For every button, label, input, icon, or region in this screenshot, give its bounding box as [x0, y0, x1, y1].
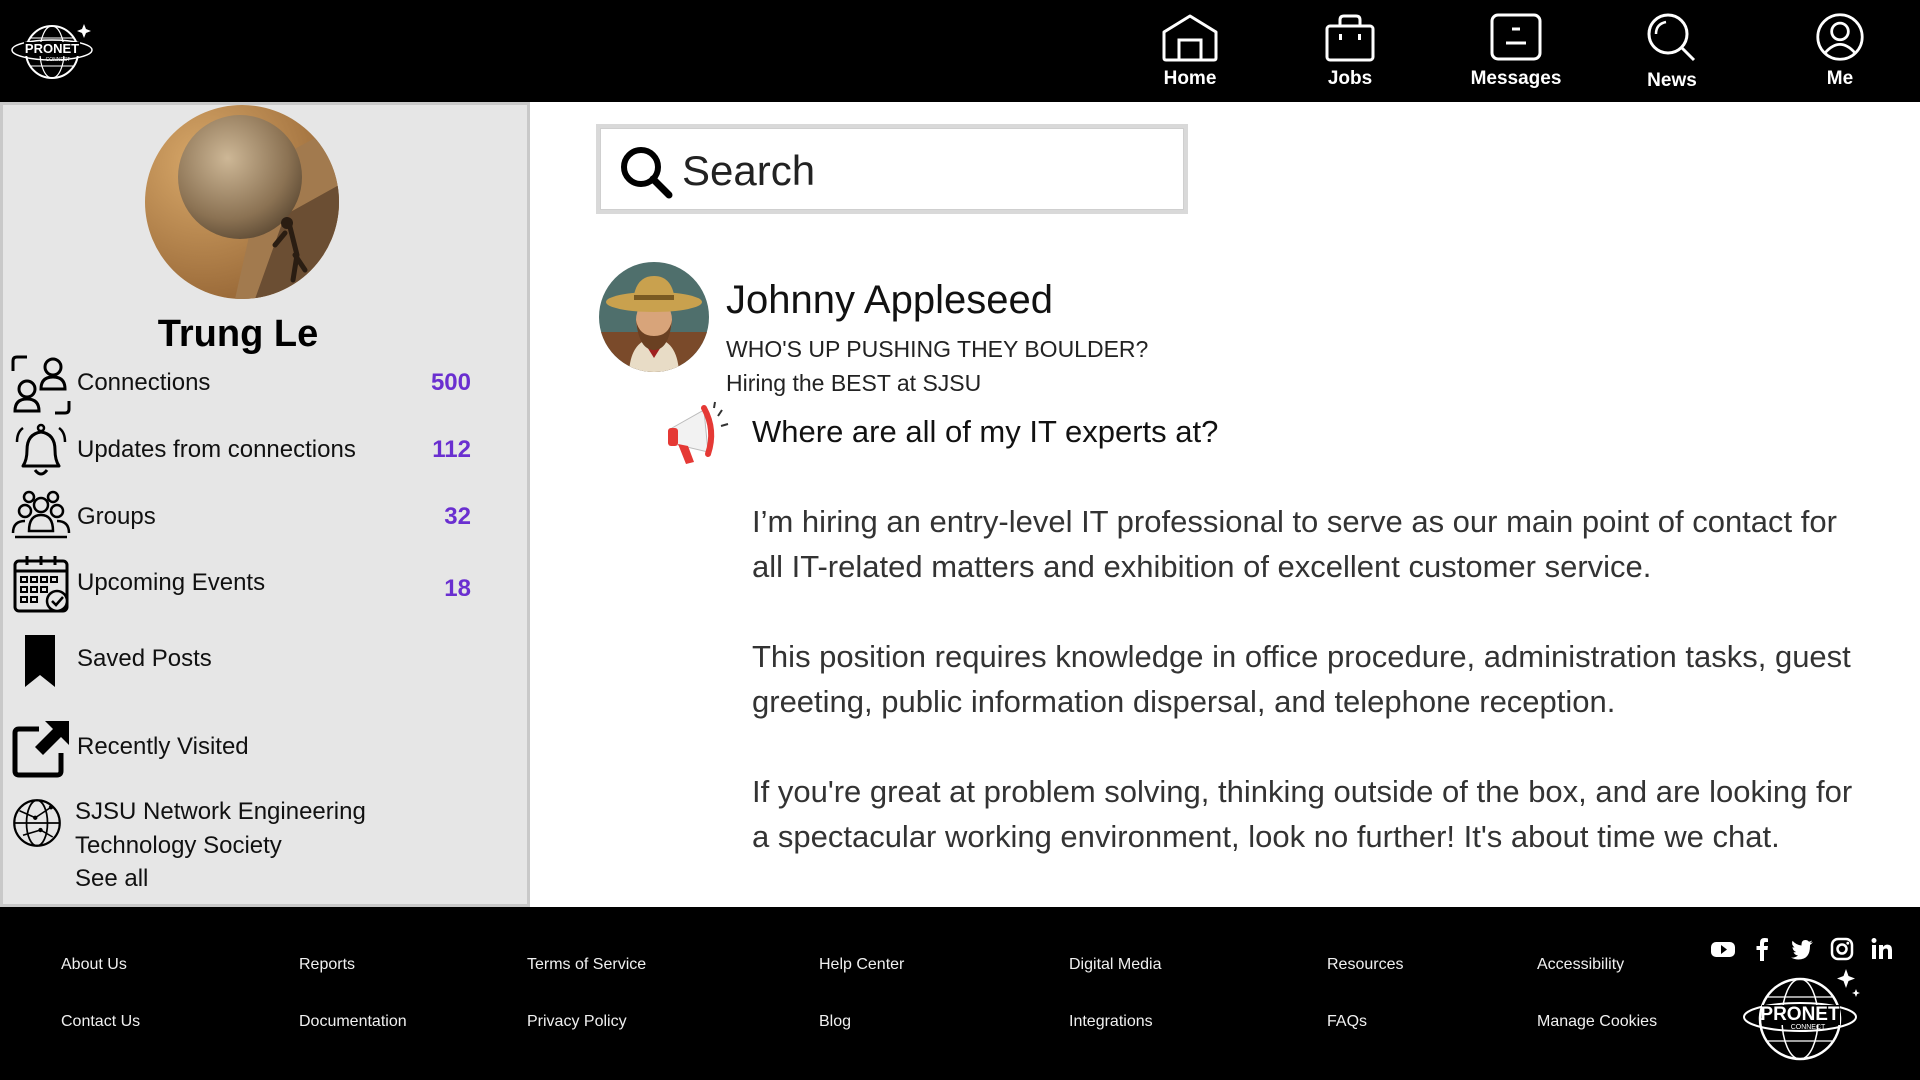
message-icon	[1490, 13, 1542, 61]
nav-me[interactable]: Me	[1780, 12, 1900, 96]
sidebar-item-label: Groups	[77, 503, 156, 530]
sidebar-item-groups[interactable]: Groups 32	[3, 487, 523, 547]
sidebar-item-label: Saved Posts	[77, 645, 212, 672]
sidebar-item-events[interactable]: Upcoming Events 18	[3, 553, 523, 613]
count-badge: 112	[432, 436, 471, 463]
footer-link-digital-media[interactable]: Digital Media	[1069, 956, 1161, 974]
svg-text:PRONET: PRONET	[25, 41, 79, 56]
nav-home-label: Home	[1163, 68, 1217, 89]
search-input[interactable]	[682, 144, 1162, 198]
globe-network-icon	[13, 799, 61, 847]
footer-link-privacy[interactable]: Privacy Policy	[527, 1013, 627, 1031]
post-paragraph-line: I’m hiring an entry-level IT professiona…	[752, 504, 1837, 539]
sidebar-item-recently-visited[interactable]: Recently Visited	[3, 717, 523, 778]
post-paragraph-line: all IT-related matters and exhibition of…	[752, 549, 1652, 584]
avatar[interactable]	[145, 105, 339, 299]
post-paragraph: If you're great at problem solving, thin…	[752, 769, 1882, 859]
post-paragraph-line: This position requires knowledge in offi…	[752, 639, 1851, 674]
footer-link-reports[interactable]: Reports	[299, 956, 355, 974]
user-icon	[1816, 13, 1864, 61]
count-badge: 500	[430, 369, 471, 396]
connections-icon	[11, 355, 71, 415]
sidebar-item-connections[interactable]: Connections 500	[3, 353, 523, 415]
search-icon	[621, 147, 673, 199]
post-author-avatar[interactable]	[599, 262, 709, 372]
sidebar-item-label: Updates from connections	[77, 436, 356, 463]
sidebar-item-saved-posts[interactable]: Saved Posts	[3, 629, 523, 689]
groups-icon	[11, 490, 71, 539]
twitter-icon[interactable]	[1788, 935, 1816, 963]
megaphone-icon	[668, 401, 729, 464]
sidebar-item-group-sjsu[interactable]: SJSU Network Engineering Technology Soci…	[3, 789, 523, 869]
search-bar[interactable]	[596, 124, 1188, 214]
post-author-headline: WHO'S UP PUSHING THEY BOULDER?	[726, 336, 1149, 362]
post-title: Where are all of my IT experts at?	[752, 414, 1219, 449]
count-badge: 18	[444, 575, 471, 602]
svg-text:CONNECT: CONNECT	[46, 57, 71, 63]
footer-link-documentation[interactable]: Documentation	[299, 1013, 407, 1031]
see-all-link[interactable]: See all	[75, 865, 148, 893]
post-paragraph: I’m hiring an entry-level IT professiona…	[752, 499, 1882, 589]
external-link-icon	[12, 721, 69, 778]
footer-link-terms[interactable]: Terms of Service	[527, 956, 646, 974]
sidebar-item-label: Upcoming Events	[77, 569, 266, 596]
svg-text:CONNECT: CONNECT	[1791, 1024, 1826, 1031]
facebook-icon[interactable]	[1748, 935, 1776, 963]
footer-link-blog[interactable]: Blog	[819, 1013, 851, 1031]
briefcase-icon	[1325, 14, 1375, 62]
sidebar-item-label: Connections	[77, 369, 211, 396]
nav-news[interactable]: News	[1612, 12, 1732, 96]
post-paragraph-line: a spectacular working environment, look …	[752, 819, 1780, 854]
nav-me-label: Me	[1826, 68, 1854, 89]
profile-name[interactable]: Trung Le	[3, 313, 473, 356]
footer-link-help-center[interactable]: Help Center	[819, 956, 904, 974]
footer-link-about-us[interactable]: About Us	[61, 956, 127, 974]
top-navigation-bar: PRONET CONNECT Home Jobs Messages News M…	[0, 0, 1920, 102]
site-footer: About Us Reports Terms of Service Help C…	[0, 907, 1920, 1080]
sidebar-item-label: SJSU Network Engineering Technology Soci…	[75, 795, 366, 863]
calendar-icon	[13, 556, 69, 613]
footer-link-faqs[interactable]: FAQs	[1327, 1013, 1367, 1031]
post-paragraph-line: greeting, public information dispersal, …	[752, 684, 1616, 719]
instagram-icon[interactable]	[1828, 935, 1856, 963]
nav-messages-label: Messages	[1470, 68, 1562, 89]
sidebar-item-updates[interactable]: Updates from connections 112	[3, 420, 523, 480]
footer-link-contact-us[interactable]: Contact Us	[61, 1013, 140, 1031]
search-news-icon	[1647, 13, 1696, 62]
youtube-icon[interactable]	[1709, 935, 1737, 963]
nav-home[interactable]: Home	[1130, 12, 1250, 96]
group-name-line2: Technology Society	[75, 832, 282, 859]
post-paragraph-line: If you're great at problem solving, thin…	[752, 774, 1853, 809]
footer-link-accessibility[interactable]: Accessibility	[1537, 956, 1624, 974]
nav-news-label: News	[1647, 70, 1697, 91]
bookmark-icon	[25, 635, 55, 687]
nav-messages[interactable]: Messages	[1456, 12, 1576, 96]
count-badge: 32	[444, 503, 471, 530]
footer-link-resources[interactable]: Resources	[1327, 956, 1403, 974]
pronet-footer-logo[interactable]: PRONET CONNECT	[1742, 967, 1864, 1067]
group-name-line1: SJSU Network Engineering	[75, 798, 366, 825]
post-author-subtitle: Hiring the BEST at SJSU	[726, 370, 982, 396]
nav-jobs[interactable]: Jobs	[1290, 12, 1410, 96]
footer-link-manage-cookies[interactable]: Manage Cookies	[1537, 1013, 1657, 1031]
svg-text:PRONET: PRONET	[1760, 1004, 1840, 1025]
linkedin-icon[interactable]	[1868, 935, 1896, 963]
sidebar-item-label: Recently Visited	[77, 733, 249, 760]
post-paragraph: This position requires knowledge in offi…	[752, 634, 1882, 724]
home-icon	[1162, 14, 1218, 62]
bell-icon	[15, 423, 67, 476]
post-author-name[interactable]: Johnny Appleseed	[726, 278, 1053, 323]
footer-link-integrations[interactable]: Integrations	[1069, 1013, 1153, 1031]
profile-sidebar: Trung Le Connections 500 Updates from co…	[0, 102, 530, 907]
nav-jobs-label: Jobs	[1327, 68, 1373, 89]
pronet-logo[interactable]: PRONET CONNECT	[8, 18, 94, 84]
